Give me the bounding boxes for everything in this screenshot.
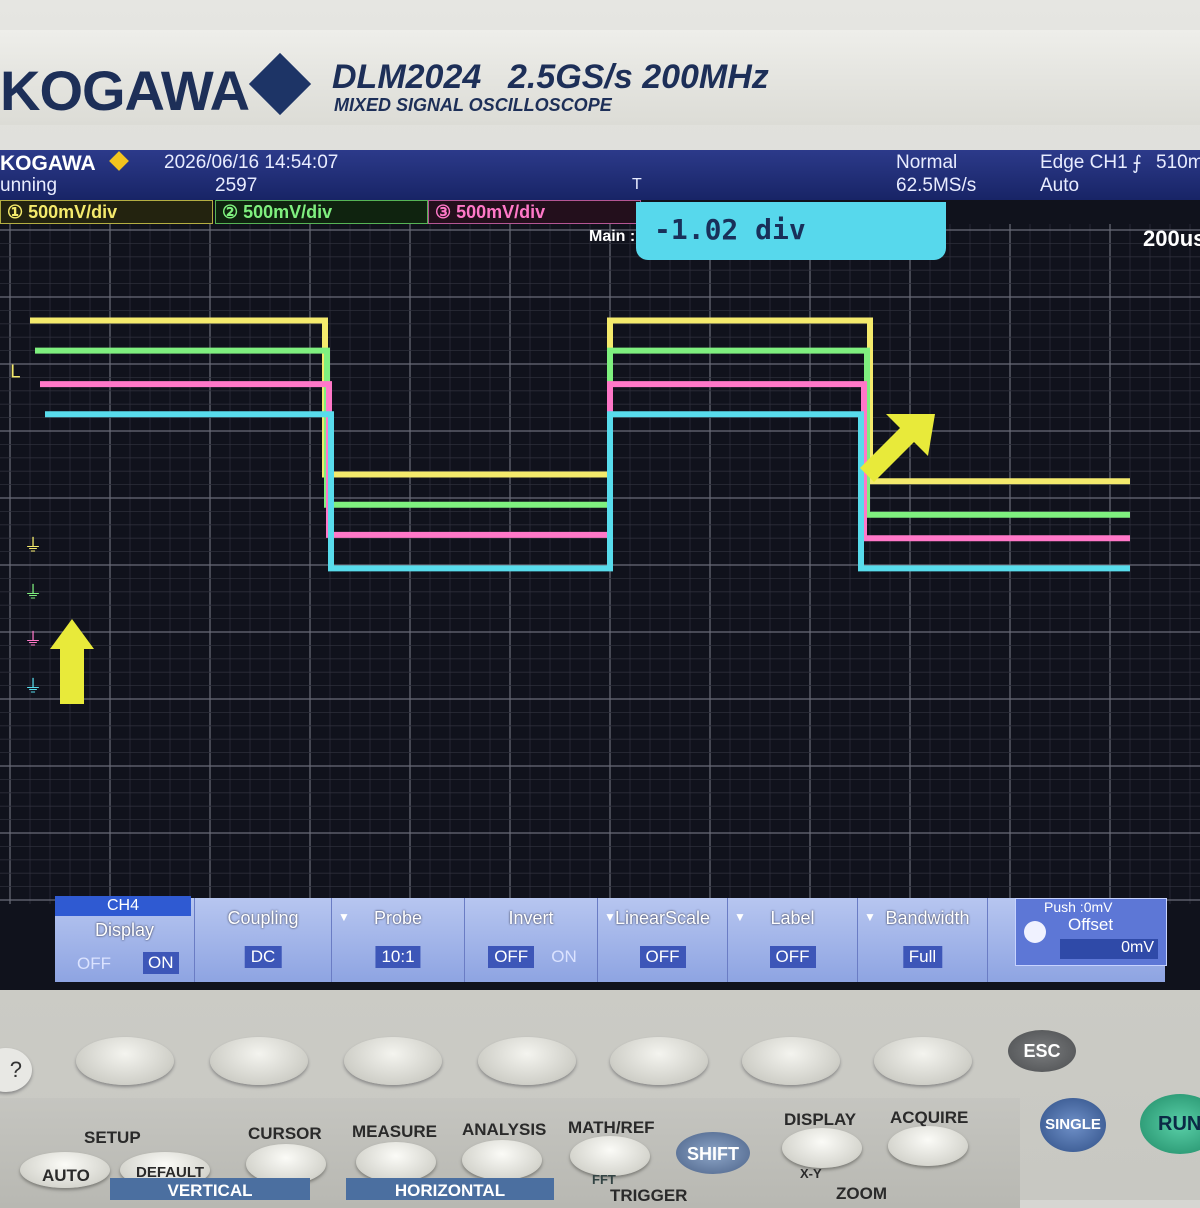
display-on: ON [143,952,179,974]
ch3-scale-value: 500mV/div [456,202,546,222]
main-label: Main : [589,228,636,245]
measure-button[interactable] [356,1142,436,1182]
ch1-ground-marker: ⏚ [24,536,42,557]
softkey-5[interactable] [610,1037,708,1085]
menu-invert[interactable]: Invert OFF ON [465,898,598,982]
bandwidth-title: Bandwidth [885,908,970,928]
acquire-label: ACQUIRE [890,1108,969,1127]
ch3-scale[interactable]: ③ 500mV/div [428,200,641,224]
coupling-value: DC [244,946,282,968]
bandwidth-value: Full [902,946,943,968]
invert-off: OFF [488,946,535,968]
softkey-1[interactable] [76,1037,174,1085]
display-label: DISPLAY [784,1110,857,1129]
math-ref-label: MATH/REF [568,1118,655,1137]
ch2-scale[interactable]: ② 500mV/div [215,200,428,224]
menu-channel-header: CH4 [55,896,191,916]
label-title: Label [770,908,815,928]
trigger-section-label: TRIGGER [610,1186,688,1205]
menu-bandwidth[interactable]: ▼ Bandwidth Full [858,898,988,982]
acquire-button[interactable] [888,1126,968,1166]
coupling-title: Coupling [227,908,299,928]
probe-title: Probe [373,908,423,928]
status-diamond-icon [109,151,129,171]
menu-display[interactable]: CH4 Display OFF ON [55,896,195,982]
ch1-waveform [30,317,1130,485]
ch2-id-icon: ② [222,202,244,222]
acquisition-count: 2597 [215,175,258,196]
ch2-waveform [35,347,1130,518]
linear-scale-value: OFF [639,946,686,968]
xy-label: X-Y [800,1166,822,1181]
cursor-readout: -1.02 div [636,202,946,260]
trigger-level: 510m [1156,152,1200,173]
ch4-waveform [45,411,1130,572]
ch3-id-icon: ③ [435,202,457,222]
label-value: OFF [769,946,816,968]
sample-rate: 62.5MS/s [896,175,977,196]
setup-label: SETUP [84,1128,141,1147]
softkey-3[interactable] [344,1037,442,1085]
brand-subtitle: MIXED SIGNAL OSCILLOSCOPE [334,95,612,115]
measure-label: MEASURE [352,1122,438,1141]
zoom-section-label: ZOOM [836,1184,887,1203]
brand-model: DLM2024 [332,58,482,96]
brand-logo: KOGAWA [0,59,250,122]
shift-button[interactable]: SHIFT [676,1132,750,1174]
display-button[interactable] [782,1128,862,1168]
ch1-id-icon: ① [7,202,29,222]
scope-screen: KOGAWA 2026/06/16 14:54:07 unning 2597 T… [0,150,1200,990]
ch3-ground-marker: ⏚ [24,629,42,650]
menu-coupling[interactable]: Coupling DC [195,898,332,982]
channel-menu-bar: CH4 Display OFF ON Coupling DC ▼ Probe 1… [55,896,1167,982]
offset-push-hint: Push :0mV [1044,899,1113,915]
softkey-6[interactable] [742,1037,840,1085]
brand-spec: 2.5GS/s 200MHz [508,58,769,96]
trigger-slope-icon: ⨍ [1132,153,1142,174]
single-button[interactable]: SINGLE [1040,1098,1106,1152]
probe-value: 10:1 [375,946,421,968]
run-state: unning [0,175,58,196]
ch4-ground-marker: ⏚ [24,676,42,697]
fft-label: FFT [592,1172,616,1187]
trigger-mode: Auto [1040,175,1080,196]
cursor-label: CURSOR [248,1124,322,1143]
trigger-level-marker: L [10,361,20,382]
timebase: 200us [1143,226,1200,251]
invert-on: ON [551,947,577,966]
softkey-7[interactable] [874,1037,972,1085]
linear-scale-title: LinearScale [614,908,711,928]
trigger-position-marker: T [632,176,642,193]
menu-probe[interactable]: ▼ Probe 10:1 [332,898,465,982]
invert-title: Invert [508,908,554,928]
knob-icon [1024,921,1046,943]
offset-title: Offset [1068,915,1114,934]
status-bar: KOGAWA 2026/06/16 14:54:07 unning 2597 T… [0,150,1200,200]
math-ref-button[interactable] [570,1136,650,1176]
trigger-source: Edge CH1 [1040,152,1128,173]
channel-scale-bar: ① 500mV/div ② 500mV/div ③ 500mV/div [0,200,641,224]
offset-value: 0mV [1060,939,1158,959]
auto-label: AUTO [42,1166,90,1185]
ch1-scale-value: 500mV/div [28,202,118,222]
display-title: Display [94,920,155,940]
menu-label[interactable]: ▼ Label OFF [728,898,858,982]
softkey-2[interactable] [210,1037,308,1085]
esc-button[interactable]: ESC [1008,1030,1076,1072]
display-off: OFF [77,954,111,973]
menu-offset[interactable]: Push :0mV Offset 0mV [1015,898,1167,966]
ch2-scale-value: 500mV/div [243,202,333,222]
status-logo: KOGAWA [0,152,96,175]
datetime: 2026/06/16 14:54:07 [164,152,339,173]
ch1-scale[interactable]: ① 500mV/div [0,200,213,224]
acquisition-mode: Normal [896,152,958,173]
horizontal-section-label: HORIZONTAL [346,1178,554,1200]
analysis-button[interactable] [462,1140,542,1180]
menu-linear-scale[interactable]: ▼ LinearScale OFF [598,898,728,982]
analysis-label: ANALYSIS [462,1120,547,1139]
waveform-grid: ⏚ ⏚ ⏚ ⏚ L [0,224,1200,904]
softkey-4[interactable] [478,1037,576,1085]
ch2-ground-marker: ⏚ [24,583,42,604]
vertical-section-label: VERTICAL [110,1178,310,1200]
